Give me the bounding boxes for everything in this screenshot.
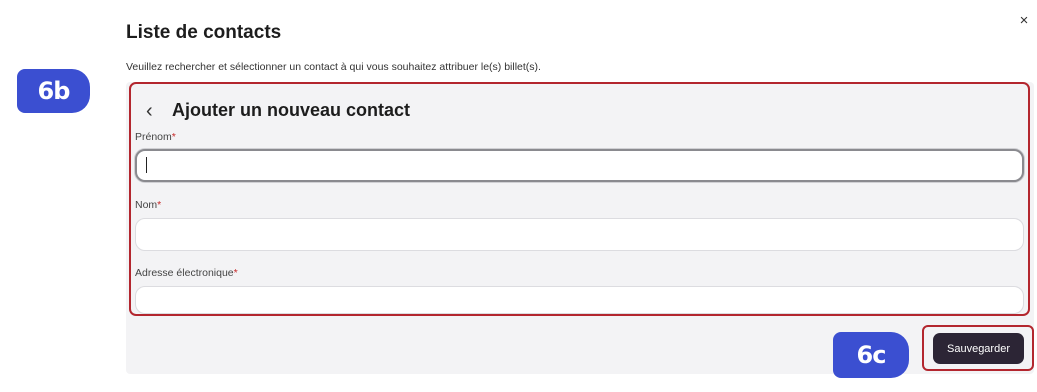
chevron-left-icon[interactable]: ‹ — [146, 100, 153, 122]
email-label: Adresse électronique* — [135, 267, 238, 279]
save-button[interactable]: Sauvegarder — [933, 333, 1024, 364]
modal-title: Liste de contacts — [126, 22, 282, 43]
first-name-input[interactable] — [135, 149, 1024, 182]
required-mark: * — [233, 267, 238, 279]
email-input[interactable] — [135, 286, 1024, 314]
last-name-label-text: Nom — [135, 199, 158, 211]
required-mark: * — [171, 131, 176, 143]
email-label-text: Adresse électronique — [135, 267, 234, 279]
first-name-label-text: Prénom — [135, 131, 172, 143]
annotation-badge-save: 6c — [833, 332, 909, 378]
last-name-input[interactable] — [135, 218, 1024, 251]
modal-subtitle: Veuillez rechercher et sélectionner un c… — [126, 61, 541, 73]
last-name-label: Nom* — [135, 199, 161, 211]
required-mark: * — [157, 199, 162, 211]
first-name-label: Prénom* — [135, 131, 176, 143]
form-heading: Ajouter un nouveau contact — [172, 100, 411, 120]
text-caret — [146, 157, 147, 173]
annotation-badge-form: 6b — [17, 69, 90, 113]
close-icon[interactable]: × — [1016, 11, 1032, 31]
